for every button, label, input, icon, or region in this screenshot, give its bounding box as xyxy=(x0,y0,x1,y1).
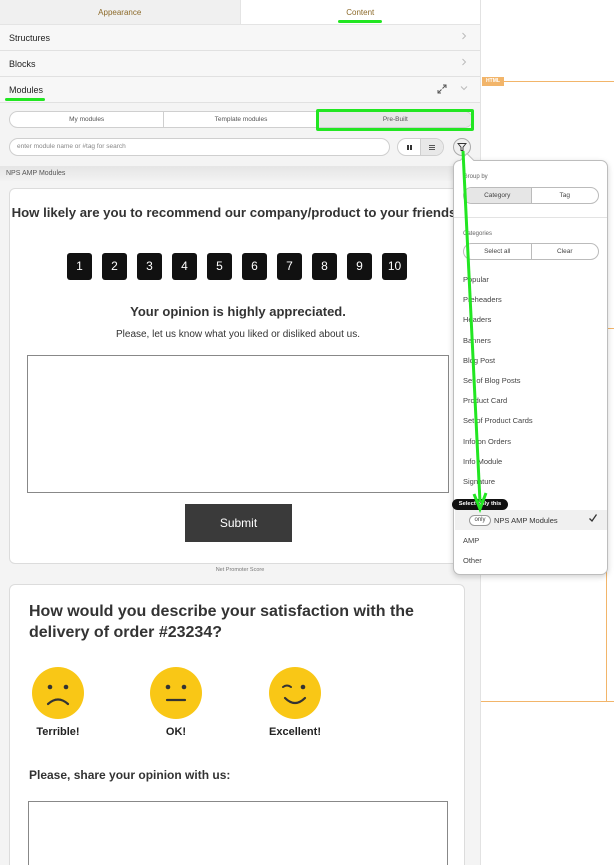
category-amp[interactable]: AMP xyxy=(463,536,479,545)
group-by-toggle: Category Tag xyxy=(463,187,599,204)
select-controls: Select all Clear xyxy=(463,243,599,260)
satisfaction-question: How would you describe your satisfaction… xyxy=(29,603,414,641)
accordion-modules-label: Modules xyxy=(9,84,44,95)
accordion-structures-label: Structures xyxy=(9,32,51,43)
category-item[interactable]: Preheaders xyxy=(463,295,502,304)
category-item[interactable]: Info Module xyxy=(463,457,502,466)
sad-face-icon[interactable] xyxy=(31,666,85,720)
highlight-underline xyxy=(5,98,45,101)
nps-score-1[interactable]: 1 xyxy=(67,253,92,280)
group-by-category[interactable]: Category xyxy=(464,188,532,203)
nps-score-2[interactable]: 2 xyxy=(102,253,127,280)
guide-line xyxy=(481,701,614,702)
tab-content[interactable]: Content xyxy=(240,0,480,24)
nps-module-card[interactable]: How likely are you to recommend our comp… xyxy=(9,188,465,564)
filter-dropdown: Group by Category Tag Categories Select … xyxy=(453,152,608,575)
select-all-button[interactable]: Select all xyxy=(464,244,532,259)
list-view-button[interactable] xyxy=(420,139,443,155)
divider xyxy=(454,217,607,218)
view-toggle xyxy=(397,138,444,156)
module-search-input[interactable]: enter module name or #tag for search xyxy=(9,138,390,156)
grid-icon xyxy=(406,144,412,150)
nps-question: How likely are you to recommend our comp… xyxy=(11,205,465,220)
appreciated-heading: Your opinion is highly appreciated. xyxy=(130,304,346,319)
category-item[interactable]: Signature xyxy=(463,477,495,486)
category-other[interactable]: Other xyxy=(463,556,482,565)
label-terrible: Terrible! xyxy=(36,726,80,738)
label-ok: OK! xyxy=(165,726,187,738)
feedback-prompt: Please, let us know what you liked or di… xyxy=(115,329,361,340)
chevron-right-icon xyxy=(462,58,467,66)
guide-line xyxy=(608,328,614,329)
opinion-textarea[interactable] xyxy=(28,801,448,865)
tooltip: Select only this xyxy=(452,499,508,510)
section-title: NPS AMP Modules xyxy=(0,166,480,181)
category-item[interactable]: Headers xyxy=(463,315,491,324)
list-icon xyxy=(429,144,435,150)
categories-label: Categories xyxy=(463,231,493,237)
tab-pre-built[interactable]: Pre-Built xyxy=(318,112,472,127)
category-item[interactable]: Product Card xyxy=(463,396,507,405)
submit-button[interactable]: Submit xyxy=(185,504,292,542)
nps-score-4[interactable]: 4 xyxy=(172,253,197,280)
nps-score-5[interactable]: 5 xyxy=(207,253,232,280)
accordion-blocks[interactable]: Blocks xyxy=(0,51,480,77)
nps-score-6[interactable]: 6 xyxy=(242,253,267,280)
tab-appearance[interactable]: Appearance xyxy=(0,0,241,24)
expand-icon[interactable] xyxy=(436,83,448,95)
filter-icon xyxy=(457,143,467,151)
accordion-blocks-label: Blocks xyxy=(9,58,36,69)
accordion-structures[interactable]: Structures xyxy=(0,25,480,51)
chevron-down-icon xyxy=(460,86,468,91)
label-excellent: Excellent! xyxy=(269,726,321,738)
happy-face-icon[interactable] xyxy=(268,666,322,720)
chevron-right-icon xyxy=(462,32,467,40)
tab-template-modules[interactable]: Template modules xyxy=(164,112,319,127)
group-by-label: Group by xyxy=(463,174,488,180)
nps-score-3[interactable]: 3 xyxy=(137,253,162,280)
nps-score-10[interactable]: 10 xyxy=(382,253,407,280)
nps-score-9[interactable]: 9 xyxy=(347,253,372,280)
category-item[interactable]: Blog Post xyxy=(463,356,495,365)
module-caption: Net Promoter Score xyxy=(215,567,265,573)
feedback-textarea[interactable] xyxy=(27,355,449,493)
check-icon xyxy=(589,514,598,523)
category-item[interactable]: Banners xyxy=(463,336,491,345)
html-badge: HTML xyxy=(482,77,504,86)
category-nps-amp[interactable]: NPS AMP Modules xyxy=(494,516,558,525)
left-panel: Appearance Content Structures Blocks Mod… xyxy=(0,0,481,865)
group-by-tag[interactable]: Tag xyxy=(532,188,599,203)
satisfaction-module-card[interactable]: How would you describe your satisfaction… xyxy=(9,584,465,865)
nps-score-buttons: 1 2 3 4 5 6 7 8 9 10 xyxy=(67,253,407,280)
share-heading: Please, share your opinion with us: xyxy=(29,768,231,782)
nps-score-7[interactable]: 7 xyxy=(277,253,302,280)
only-button[interactable]: only xyxy=(469,515,491,526)
category-item[interactable]: Info on Orders xyxy=(463,437,511,446)
module-type-tabs: My modules Template modules Pre-Built xyxy=(9,111,473,128)
panel-tabs: Appearance Content xyxy=(0,0,480,25)
clear-button[interactable]: Clear xyxy=(532,244,599,259)
highlight-underline xyxy=(338,20,383,23)
neutral-face-icon[interactable] xyxy=(149,666,203,720)
tab-my-modules[interactable]: My modules xyxy=(10,112,165,127)
category-item[interactable]: Set of Product Cards xyxy=(463,416,533,425)
nps-score-8[interactable]: 8 xyxy=(312,253,337,280)
category-item[interactable]: Set of Blog Posts xyxy=(463,376,521,385)
grid-view-button[interactable] xyxy=(398,139,420,155)
tab-content-label: Content xyxy=(346,8,375,17)
category-item[interactable]: Popular xyxy=(463,275,489,284)
accordion-modules[interactable]: Modules xyxy=(0,77,480,103)
guide-line xyxy=(504,81,614,82)
